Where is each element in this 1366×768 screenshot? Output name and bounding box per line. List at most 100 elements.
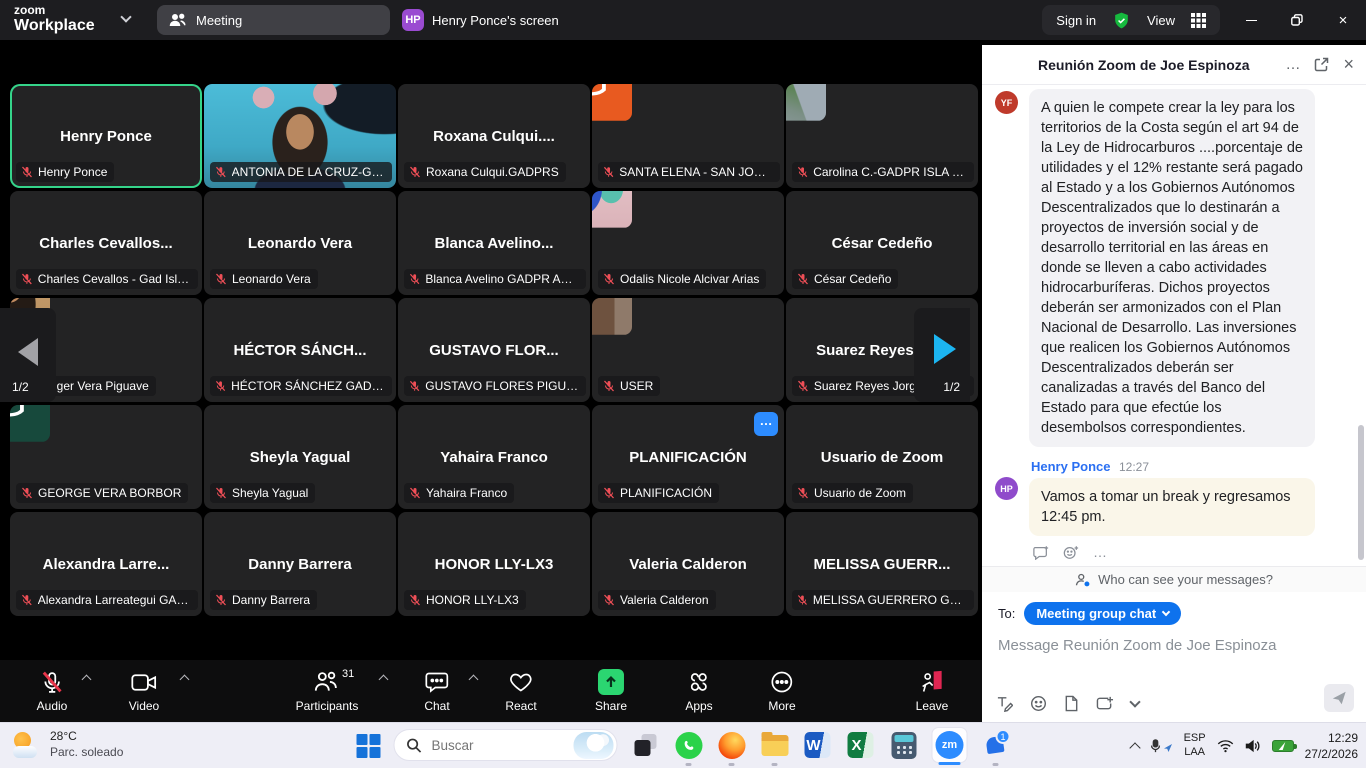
wifi-icon[interactable] bbox=[1217, 739, 1234, 753]
video-tile[interactable]: Roxana Culqui.... Roxana Culqui.GADPRS bbox=[398, 84, 590, 188]
participant-name-label: César Cedeño bbox=[792, 269, 898, 289]
message-input[interactable]: Message Reunión Zoom de Joe Espinoza bbox=[998, 637, 1350, 654]
message-actions: … bbox=[1033, 544, 1315, 560]
message-time: 12:27 bbox=[1119, 460, 1149, 474]
compose-more-caret[interactable] bbox=[1129, 696, 1140, 707]
video-tile[interactable]: G SANTA ELENA - SAN JOSÉ ... bbox=[592, 84, 784, 188]
message-text: Vamos a tomar un break y regresamos 12:4… bbox=[1029, 478, 1315, 536]
tab-henry-ponce-screen[interactable]: HP Henry Ponce's screen bbox=[402, 9, 559, 31]
word-app[interactable]: W bbox=[803, 730, 833, 760]
recipient-selector[interactable]: Meeting group chat bbox=[1024, 602, 1181, 625]
audio-button[interactable]: Audio bbox=[37, 669, 68, 713]
chat-title: Reunión Zoom de Joe Espinoza bbox=[1038, 57, 1271, 73]
send-button[interactable] bbox=[1324, 684, 1354, 712]
video-tile[interactable]: GUSTAVO FLOR... GUSTAVO FLORES PIGUAVE bbox=[398, 298, 590, 402]
video-tile[interactable]: Odalis Nicole Alcivar Arias bbox=[592, 191, 784, 295]
chat-options-caret[interactable] bbox=[469, 675, 479, 685]
folder-icon bbox=[761, 735, 788, 756]
video-tile[interactable]: HÉCTOR SÁNCH... HÉCTOR SÁNCHEZ GAD AT... bbox=[204, 298, 396, 402]
share-button[interactable]: Share bbox=[595, 669, 627, 713]
video-tile[interactable]: G GEORGE VERA BORBOR bbox=[10, 405, 202, 509]
video-tile[interactable]: MELISSA GUERR... MELISSA GUERRERO GADP..… bbox=[786, 512, 978, 616]
previous-page-button[interactable]: 1/2 bbox=[0, 308, 56, 402]
leave-button[interactable]: Leave bbox=[916, 669, 949, 713]
video-tile[interactable]: Yahaira Franco Yahaira Franco bbox=[398, 405, 590, 509]
notifications-app[interactable]: 1 bbox=[981, 730, 1011, 760]
taskbar-search[interactable] bbox=[394, 729, 618, 761]
screenshot-icon[interactable] bbox=[1096, 695, 1114, 712]
whatsapp-app[interactable] bbox=[674, 730, 704, 760]
restore-button[interactable] bbox=[1274, 0, 1320, 40]
chat-scrollbar[interactable] bbox=[1358, 425, 1364, 560]
video-tile[interactable]: Usuario de Zoom Usuario de Zoom bbox=[786, 405, 978, 509]
video-tile[interactable]: Henry Ponce Henry Ponce bbox=[10, 84, 202, 188]
video-tile[interactable]: Charles Cevallos... Charles Cevallos - G… bbox=[10, 191, 202, 295]
participants-options-caret[interactable] bbox=[379, 675, 389, 685]
hp-badge: HP bbox=[402, 9, 424, 31]
arrow-left-icon bbox=[18, 338, 38, 366]
volume-icon[interactable] bbox=[1245, 739, 1261, 753]
video-tile[interactable]: Alexandra Larre... Alexandra Larreategui… bbox=[10, 512, 202, 616]
page-indicator: 1/2 bbox=[12, 380, 29, 394]
video-tile[interactable]: USER bbox=[592, 298, 784, 402]
tray-expand-icon[interactable] bbox=[1129, 742, 1140, 753]
video-tile[interactable]: César Cedeño César Cedeño bbox=[786, 191, 978, 295]
taskbar-clock[interactable]: 12:29 27/2/2026 bbox=[1305, 730, 1358, 762]
close-button[interactable]: × bbox=[1320, 0, 1366, 40]
apps-button[interactable]: Apps bbox=[685, 669, 712, 713]
attach-file-icon[interactable] bbox=[1064, 695, 1079, 712]
grid-view-icon[interactable] bbox=[1191, 13, 1206, 28]
zoom-workplace-logo: zoom Workplace bbox=[14, 4, 95, 35]
audio-options-caret[interactable] bbox=[82, 675, 92, 685]
pop-out-icon[interactable] bbox=[1314, 57, 1329, 72]
chat-close-icon[interactable]: × bbox=[1343, 54, 1354, 75]
file-explorer-app[interactable] bbox=[760, 730, 790, 760]
chevron-down-icon[interactable] bbox=[120, 11, 131, 22]
more-actions-icon[interactable]: … bbox=[1093, 544, 1107, 560]
video-tile[interactable]: Blanca Avelino... Blanca Avelino GADPR A… bbox=[398, 191, 590, 295]
react-button[interactable]: React bbox=[505, 669, 536, 713]
video-tile[interactable]: ANTONIA DE LA CRUZ-GA... bbox=[204, 84, 396, 188]
active-app-indicator bbox=[939, 762, 961, 765]
participants-button[interactable]: 31 Participants bbox=[296, 669, 359, 713]
tile-more-button[interactable]: … bbox=[754, 412, 778, 436]
privacy-note[interactable]: Who can see your messages? bbox=[982, 566, 1366, 592]
more-button[interactable]: More bbox=[768, 669, 795, 713]
video-button[interactable]: Video bbox=[129, 669, 159, 713]
calculator-app[interactable] bbox=[889, 730, 919, 760]
tab-meeting[interactable]: Meeting bbox=[157, 5, 390, 35]
minimize-button[interactable] bbox=[1228, 0, 1274, 40]
taskbar-weather-widget[interactable]: 28°C Parc. soleado bbox=[12, 729, 123, 760]
sign-in-button[interactable]: Sign in bbox=[1056, 13, 1096, 28]
start-button[interactable] bbox=[356, 733, 381, 758]
video-tile[interactable]: Danny Barrera Danny Barrera bbox=[204, 512, 396, 616]
sender-name[interactable]: Henry Ponce bbox=[1031, 459, 1110, 474]
search-input[interactable] bbox=[430, 737, 560, 754]
video-tile[interactable]: Leonardo Vera Leonardo Vera bbox=[204, 191, 396, 295]
chat-button[interactable]: Chat bbox=[424, 669, 449, 713]
view-button[interactable]: View bbox=[1147, 13, 1175, 28]
video-tile[interactable]: Carolina C.-GADPR ISLA SA... bbox=[786, 84, 978, 188]
language-indicator[interactable]: ESP LAA bbox=[1184, 732, 1206, 760]
heart-icon bbox=[508, 670, 533, 694]
battery-charging-icon[interactable] bbox=[1272, 740, 1294, 752]
video-tile[interactable]: Sheyla Yagual Sheyla Yagual bbox=[204, 405, 396, 509]
chat-header: Reunión Zoom de Joe Espinoza … × bbox=[982, 45, 1366, 85]
zoom-app-active[interactable]: zm bbox=[932, 730, 968, 760]
format-text-icon[interactable] bbox=[996, 695, 1013, 712]
chat-more-icon[interactable]: … bbox=[1285, 56, 1300, 73]
video-tile[interactable]: HONOR LLY-LX3 HONOR LLY-LX3 bbox=[398, 512, 590, 616]
emoji-reaction-icon[interactable] bbox=[1063, 545, 1079, 560]
participant-name-label: PLANIFICACIÓN bbox=[598, 483, 719, 503]
task-view-button[interactable] bbox=[631, 730, 661, 760]
video-tile[interactable]: Valeria Calderon Valeria Calderon bbox=[592, 512, 784, 616]
firefox-app[interactable] bbox=[717, 730, 747, 760]
reply-icon[interactable] bbox=[1033, 545, 1049, 560]
next-page-button[interactable]: 1/2 bbox=[914, 308, 970, 402]
video-options-caret[interactable] bbox=[180, 675, 190, 685]
excel-app[interactable]: X bbox=[846, 730, 876, 760]
emoji-icon[interactable] bbox=[1030, 695, 1047, 712]
mic-location-indicators[interactable] bbox=[1150, 739, 1173, 753]
security-shield-icon[interactable] bbox=[1112, 11, 1131, 30]
search-highlight-image[interactable] bbox=[574, 732, 614, 759]
